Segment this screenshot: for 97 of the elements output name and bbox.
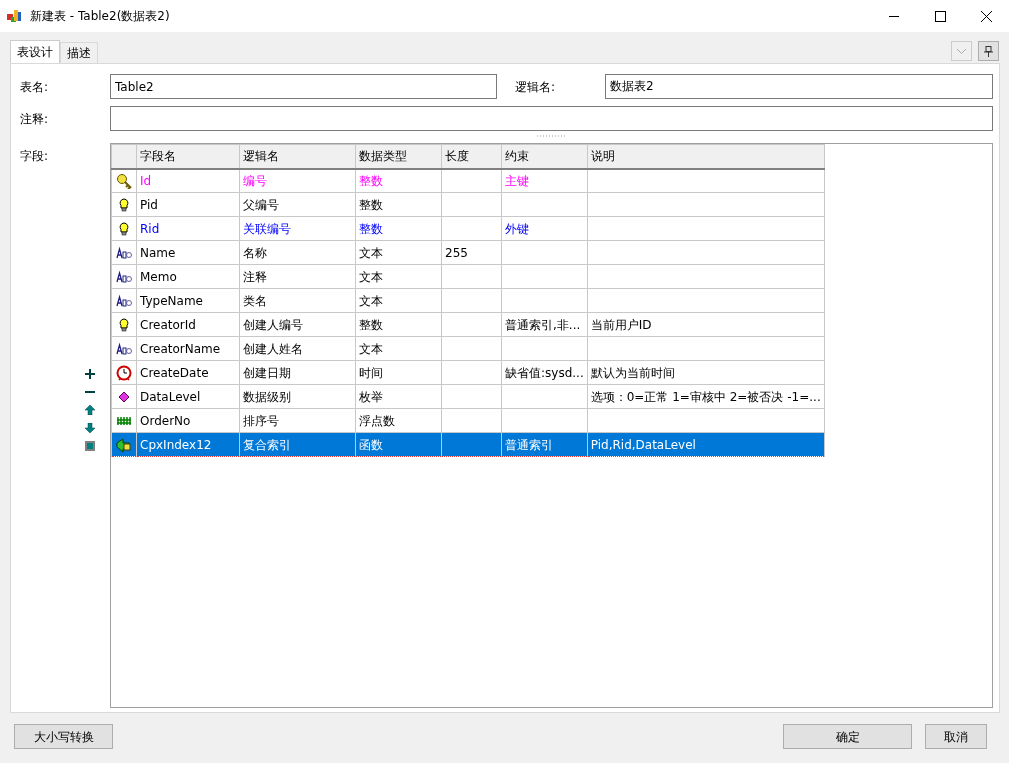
- table-cell: 排序号: [239, 408, 356, 433]
- column-header[interactable]: 约束: [501, 144, 588, 169]
- table-row[interactable]: Rid 关联编号 整数 外键: [111, 216, 825, 241]
- table-cell: 数据级别: [239, 384, 356, 409]
- column-header[interactable]: 说明: [587, 144, 825, 169]
- down-arrow-icon[interactable]: [85, 423, 95, 433]
- table-cell: 函数: [355, 432, 442, 457]
- table-row[interactable]: OrderNo 排序号 浮点数: [111, 408, 825, 433]
- maximize-icon: [934, 10, 946, 22]
- table-cell: Memo: [136, 264, 240, 289]
- table-cell: 创建人编号: [239, 312, 356, 337]
- pin-icon: [984, 45, 993, 57]
- table-cell: 编号: [239, 168, 356, 193]
- table-row[interactable]: Pid 父编号 整数: [111, 192, 825, 217]
- table-cell: 普通索引,非...: [501, 312, 588, 337]
- header-cell: [111, 144, 137, 169]
- index-icon: [116, 437, 132, 453]
- table-cell: 时间: [355, 360, 442, 385]
- app-icon: [6, 8, 22, 24]
- column-header[interactable]: 长度: [441, 144, 502, 169]
- table-cell: 文本: [355, 240, 442, 265]
- table-row[interactable]: CreatorId 创建人编号 整数 普通索引,非... 当前用户ID: [111, 312, 825, 337]
- table-row[interactable]: CreateDate 创建日期 时间 缺省值:sysd... 默认为当前时间: [111, 360, 825, 385]
- case-convert-button[interactable]: 大小写转换: [14, 724, 113, 749]
- diamond-icon: [116, 389, 132, 405]
- table-cell: Pid: [136, 192, 240, 217]
- table-cell: 类名: [239, 288, 356, 313]
- table-row[interactable]: CreatorName 创建人姓名 文本: [111, 336, 825, 361]
- table-cell: 整数: [355, 168, 442, 193]
- table-cell: 缺省值:sysd...: [501, 360, 588, 385]
- table-cell: 名称: [239, 240, 356, 265]
- table-cell: Pid,Rid,DataLevel: [587, 432, 825, 457]
- text-type-icon: [116, 269, 132, 285]
- table-cell: DataLevel: [136, 384, 240, 409]
- table-cell: Rid: [136, 216, 240, 241]
- table-cell: 整数: [355, 192, 442, 217]
- bulb-icon: [116, 221, 132, 237]
- table-row[interactable]: Name 名称 文本 255: [111, 240, 825, 265]
- chevron-down-icon: [957, 48, 966, 54]
- table-cell: 外键: [501, 216, 588, 241]
- table-cell: 默认为当前时间: [587, 360, 825, 385]
- add-icon[interactable]: [85, 369, 95, 379]
- table-cell: 文本: [355, 288, 442, 313]
- table-row[interactable]: Memo 注释 文本: [111, 264, 825, 289]
- field-label: 字段:: [20, 148, 50, 165]
- tab[interactable]: 描述: [60, 42, 98, 63]
- table-cell: OrderNo: [136, 408, 240, 433]
- bulb-icon: [116, 317, 132, 333]
- table-row[interactable]: TypeName 类名 文本: [111, 288, 825, 313]
- field-label: 表名:: [20, 78, 50, 96]
- table-cell: 整数: [355, 216, 442, 241]
- text-type-icon: [116, 293, 132, 309]
- table-cell: 复合索引: [239, 432, 356, 457]
- table-cell: 当前用户ID: [587, 312, 825, 337]
- table-cell: 枚举: [355, 384, 442, 409]
- table-cell: 整数: [355, 312, 442, 337]
- table-cell: 主键: [501, 168, 588, 193]
- cancel-button[interactable]: 取消: [925, 724, 987, 749]
- table-cell: 创建人姓名: [239, 336, 356, 361]
- table-row[interactable]: DataLevel 数据级别 枚举 选项：0=正常 1=审核中 2=被否决 -1=...: [111, 384, 825, 409]
- field-label: 逻辑名:: [515, 78, 557, 96]
- table-cell: 父编号: [239, 192, 356, 217]
- table-row[interactable]: CpxIndex12 复合索引 函数 普通索引 Pid,Rid,DataLevel: [111, 432, 825, 457]
- ok-button[interactable]: 确定: [783, 724, 912, 749]
- up-arrow-icon[interactable]: [85, 405, 95, 415]
- table-cell: CpxIndex12: [136, 432, 240, 457]
- table-cell: 255: [441, 240, 502, 265]
- field-label: 注释:: [20, 110, 50, 128]
- table-cell: 选项：0=正常 1=审核中 2=被否决 -1=...: [587, 384, 825, 409]
- column-header[interactable]: 逻辑名: [239, 144, 356, 169]
- table-cell: 注释: [239, 264, 356, 289]
- table-cell: 文本: [355, 336, 442, 361]
- key-icon: [116, 173, 132, 190]
- column-header[interactable]: 数据类型: [355, 144, 442, 169]
- table-cell: 浮点数: [355, 408, 442, 433]
- table-cell: 文本: [355, 264, 442, 289]
- text-type-icon: [116, 245, 132, 261]
- window-title: 新建表 - Table2(数据表2): [30, 8, 170, 25]
- column-header[interactable]: 字段名: [136, 144, 240, 169]
- table-name-input[interactable]: Table2: [110, 74, 498, 99]
- table-cell: 创建日期: [239, 360, 356, 385]
- bulb-icon: [116, 197, 132, 213]
- close-icon: [980, 10, 992, 22]
- clock-icon: [116, 365, 132, 381]
- table-cell: 关联编号: [239, 216, 356, 241]
- tab[interactable]: 表设计: [10, 40, 60, 63]
- text-type-icon: [116, 341, 132, 357]
- table-cell: CreatorId: [136, 312, 240, 337]
- table-cell: CreateDate: [136, 360, 240, 385]
- table-cell: CreatorName: [136, 336, 240, 361]
- table-cell: TypeName: [136, 288, 240, 313]
- table-cell: 普通索引: [501, 432, 588, 457]
- comment-input[interactable]: [110, 106, 993, 131]
- pin-button[interactable]: [978, 41, 999, 61]
- table-cell: Name: [136, 240, 240, 265]
- table-cell: Id: [136, 168, 240, 193]
- logical-name-input[interactable]: 数据表2: [604, 74, 993, 99]
